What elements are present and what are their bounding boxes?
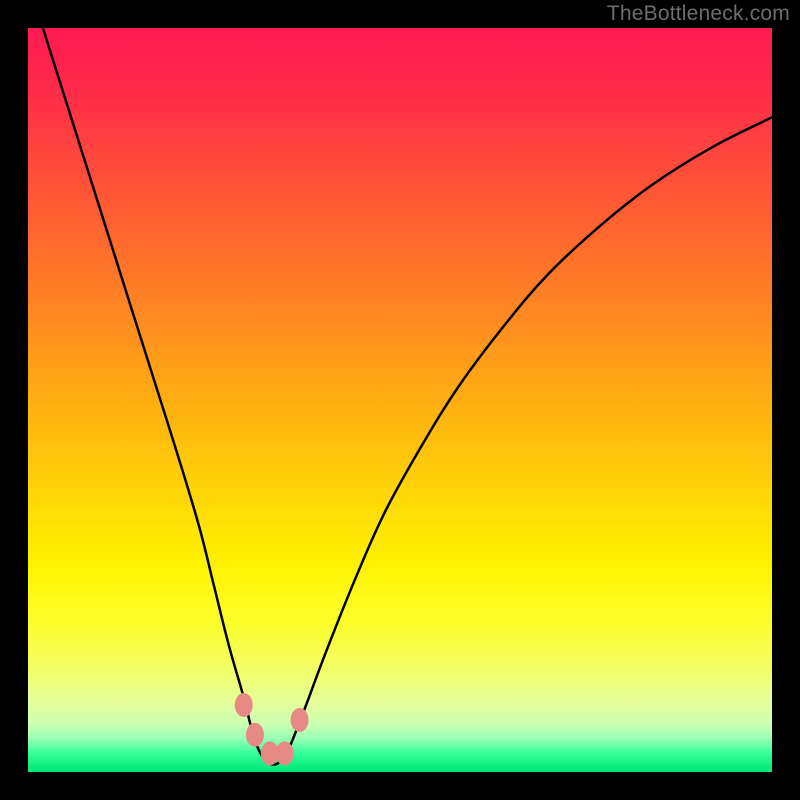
curve-marker (291, 708, 309, 732)
plot-area (28, 28, 772, 772)
curve-marker (235, 693, 253, 717)
curve-marker (276, 741, 294, 765)
curve-marker (246, 723, 264, 747)
chart-frame: TheBottleneck.com (0, 0, 800, 800)
curve-layer (28, 28, 772, 772)
bottleneck-curve (43, 28, 772, 765)
watermark-text: TheBottleneck.com (607, 2, 790, 26)
